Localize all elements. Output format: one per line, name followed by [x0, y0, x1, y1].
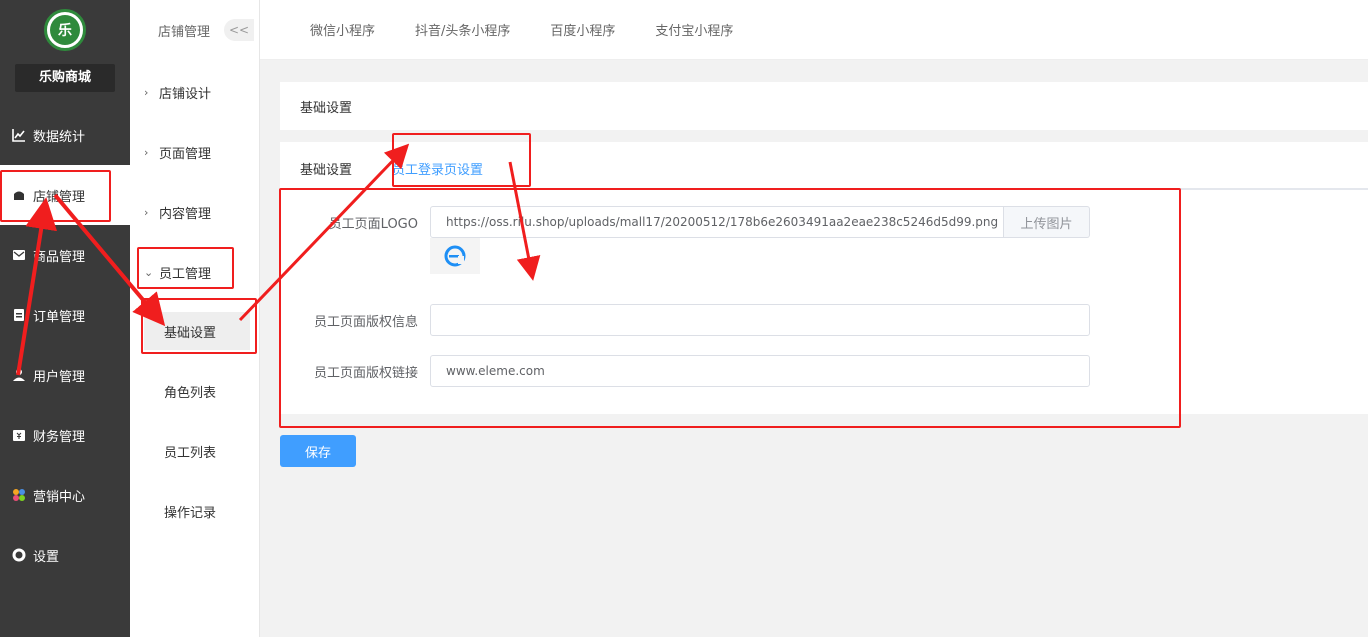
sidebar-item-marketing[interactable]: 营销中心 [0, 465, 130, 525]
logo-label: 员工页面LOGO [328, 216, 418, 232]
logo-icon: 乐 [44, 9, 86, 51]
sidebar-item-label: 设置 [33, 549, 60, 565]
logo-row: 员工页面LOGO https://oss.rilu.shop/uploads/m… [280, 206, 1090, 238]
upload-image-button[interactable]: 上传图片 [1004, 206, 1090, 238]
link-label: 员工页面版权链接 [313, 365, 418, 381]
copyright-input[interactable] [430, 304, 1090, 336]
logo-input-group: https://oss.rilu.shop/uploads/mall17/202… [430, 206, 1090, 238]
subnav-child-role-list[interactable]: 角色列表 [144, 372, 250, 410]
copyright-label: 员工页面版权信息 [313, 314, 418, 330]
store-icon [12, 188, 26, 202]
chevron-down-icon: ⌄ [144, 265, 154, 279]
subnav-header: 店铺管理 << [130, 0, 259, 60]
sub-sidebar: 店铺管理 << › 店铺设计 › 页面管理 › 内容管理 ⌄ 员工管理 基础设置… [130, 0, 260, 637]
sidebar-item-orders[interactable]: 订单管理 [0, 285, 130, 345]
tab-baidu[interactable]: 百度小程序 [550, 20, 615, 39]
logo: 乐 [0, 0, 130, 60]
subnav-title: 店铺管理 [158, 24, 211, 40]
sidebar-item-settings[interactable]: 设置 [0, 525, 130, 585]
subnav-item-pages[interactable]: › 页面管理 [130, 122, 260, 182]
chevron-right-icon: › [144, 85, 149, 99]
sidebar-item-label: 店铺管理 [33, 189, 86, 205]
main-sidebar: 乐 乐购商城 数据统计 店铺管理 商品管理 订单管理 用户管理 财务管理 营销中… [0, 0, 130, 637]
mail-icon [12, 248, 26, 262]
subnav-child-operation-log[interactable]: 操作记录 [144, 492, 250, 530]
collapse-button[interactable]: << [224, 19, 255, 41]
eleme-logo-icon [444, 245, 466, 267]
subnav-item-label: 内容管理 [159, 206, 212, 222]
sidebar-item-users[interactable]: 用户管理 [0, 345, 130, 405]
sidebar-item-label: 用户管理 [33, 369, 86, 385]
clipboard-icon [12, 308, 26, 322]
tab-alipay[interactable]: 支付宝小程序 [655, 20, 733, 39]
tab-staff-login-settings[interactable]: 员工登录页设置 [392, 159, 484, 190]
chevron-right-icon: › [144, 205, 149, 219]
sidebar-item-goods[interactable]: 商品管理 [0, 225, 130, 285]
chart-line-icon [12, 128, 26, 142]
tab-wechat[interactable]: 微信小程序 [310, 20, 375, 39]
subnav-child-staff-list[interactable]: 员工列表 [144, 432, 250, 470]
platform-tabs: 微信小程序 抖音/头条小程序 百度小程序 支付宝小程序 [260, 0, 1368, 60]
subnav-item-label: 店铺设计 [159, 86, 212, 102]
logo-url-input[interactable]: https://oss.rilu.shop/uploads/mall17/202… [430, 206, 1004, 238]
subnav-child-basic-settings[interactable]: 基础设置 [144, 312, 250, 350]
shop-name: 乐购商城 [15, 64, 115, 92]
settings-tabs: 基础设置 员工登录页设置 [280, 142, 1368, 190]
subnav-item-content[interactable]: › 内容管理 [130, 182, 260, 242]
wallet-icon [12, 428, 26, 442]
subnav-item-staff[interactable]: ⌄ 员工管理 [130, 242, 260, 302]
settings-card: 基础设置 员工登录页设置 员工页面LOGO https://oss.rilu.s… [280, 142, 1368, 414]
sidebar-item-label: 财务管理 [33, 429, 86, 445]
sidebar-item-store[interactable]: 店铺管理 [0, 165, 130, 225]
subnav-item-label: 员工管理 [159, 266, 212, 282]
user-icon [12, 368, 26, 382]
sidebar-item-label: 营销中心 [33, 489, 86, 505]
subnav-item-store-design[interactable]: › 店铺设计 [130, 62, 260, 122]
link-row: 员工页面版权链接 www.eleme.com [280, 355, 1090, 387]
section-title: 基础设置 [300, 100, 353, 116]
link-input[interactable]: www.eleme.com [430, 355, 1090, 387]
marketing-icon [12, 488, 26, 502]
tab-basic-settings[interactable]: 基础设置 [300, 159, 352, 188]
logo-preview-image [430, 238, 480, 274]
sidebar-item-label: 数据统计 [33, 129, 86, 145]
tab-douyin[interactable]: 抖音/头条小程序 [415, 20, 510, 39]
sidebar-item-statistics[interactable]: 数据统计 [0, 105, 130, 165]
chevron-right-icon: › [144, 145, 149, 159]
sidebar-item-finance[interactable]: 财务管理 [0, 405, 130, 465]
section-title-card: 基础设置 [280, 82, 1368, 130]
save-button[interactable]: 保存 [280, 435, 356, 467]
copyright-row: 员工页面版权信息 [280, 304, 1090, 336]
gear-icon [12, 548, 26, 562]
sidebar-item-label: 商品管理 [33, 249, 86, 265]
subnav-item-label: 页面管理 [159, 146, 212, 162]
sidebar-item-label: 订单管理 [33, 309, 86, 325]
